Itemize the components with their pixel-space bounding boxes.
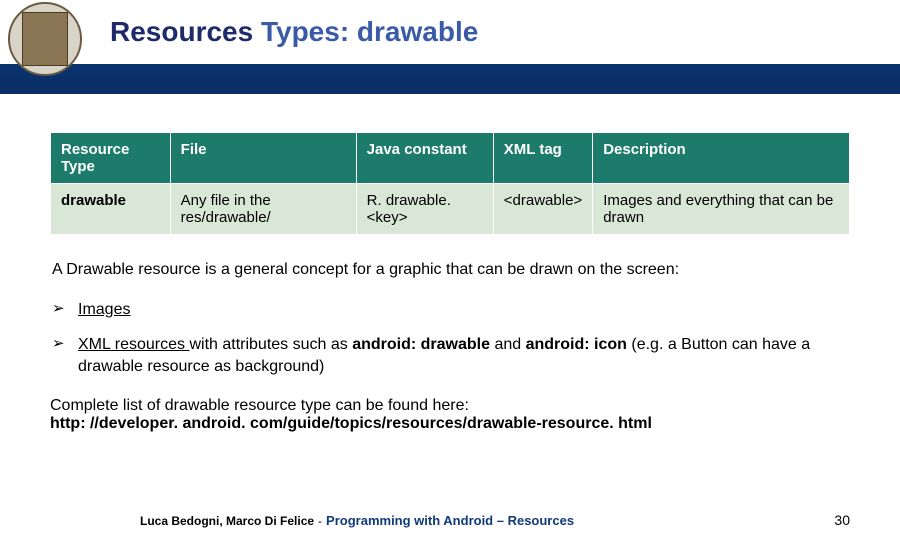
intro-text: A Drawable resource is a general concept… [50, 259, 850, 281]
table-header-row: Resource Type File Java constant XML tag… [51, 133, 850, 184]
bullet-list: Images XML resources with attributes suc… [50, 299, 850, 378]
table-row: drawable Any file in the res/drawable/ R… [51, 184, 850, 235]
footer-sep: - [318, 514, 322, 528]
slide-content: Resource Type File Java constant XML tag… [0, 94, 900, 433]
title-part2: Types: drawable [261, 16, 478, 47]
link-pre: Complete list of drawable resource type … [50, 397, 850, 415]
link-block: Complete list of drawable resource type … [50, 397, 850, 433]
title-bar: Resources Types: drawable [0, 0, 900, 64]
university-seal-icon [8, 2, 82, 76]
list-item: Images [78, 299, 850, 321]
seal-inner-icon [22, 12, 68, 66]
bullet-lead: XML resources [78, 336, 189, 353]
cell-file: Any file in the res/drawable/ [170, 184, 356, 235]
cell-desc: Images and everything that can be drawn [593, 184, 850, 235]
footer-course: Programming with Android – Resources [326, 513, 574, 528]
col-java-constant: Java constant [356, 133, 493, 184]
slide-footer: Luca Bedogni, Marco Di Felice - Programm… [0, 512, 900, 528]
accent-bar [0, 64, 900, 94]
col-resource-type: Resource Type [51, 133, 171, 184]
bullet-lead: Images [78, 301, 130, 318]
bullet-bold: android: drawable [352, 336, 490, 353]
resource-table: Resource Type File Java constant XML tag… [50, 132, 850, 235]
link-url: http: //developer. android. com/guide/to… [50, 415, 850, 433]
title-part1: Resources [110, 16, 261, 47]
col-description: Description [593, 133, 850, 184]
col-file: File [170, 133, 356, 184]
cell-type: drawable [51, 184, 171, 235]
footer-authors: Luca Bedogni, Marco Di Felice [140, 514, 314, 528]
bullet-bold: android: icon [526, 336, 627, 353]
cell-constant: R. drawable. <key> [356, 184, 493, 235]
page-number: 30 [834, 512, 850, 528]
bullet-text: and [490, 336, 526, 353]
slide-title: Resources Types: drawable [110, 16, 478, 48]
list-item: XML resources with attributes such as an… [78, 334, 850, 377]
bullet-text: with attributes such as [189, 336, 352, 353]
cell-xml: <drawable> [493, 184, 592, 235]
col-xml-tag: XML tag [493, 133, 592, 184]
